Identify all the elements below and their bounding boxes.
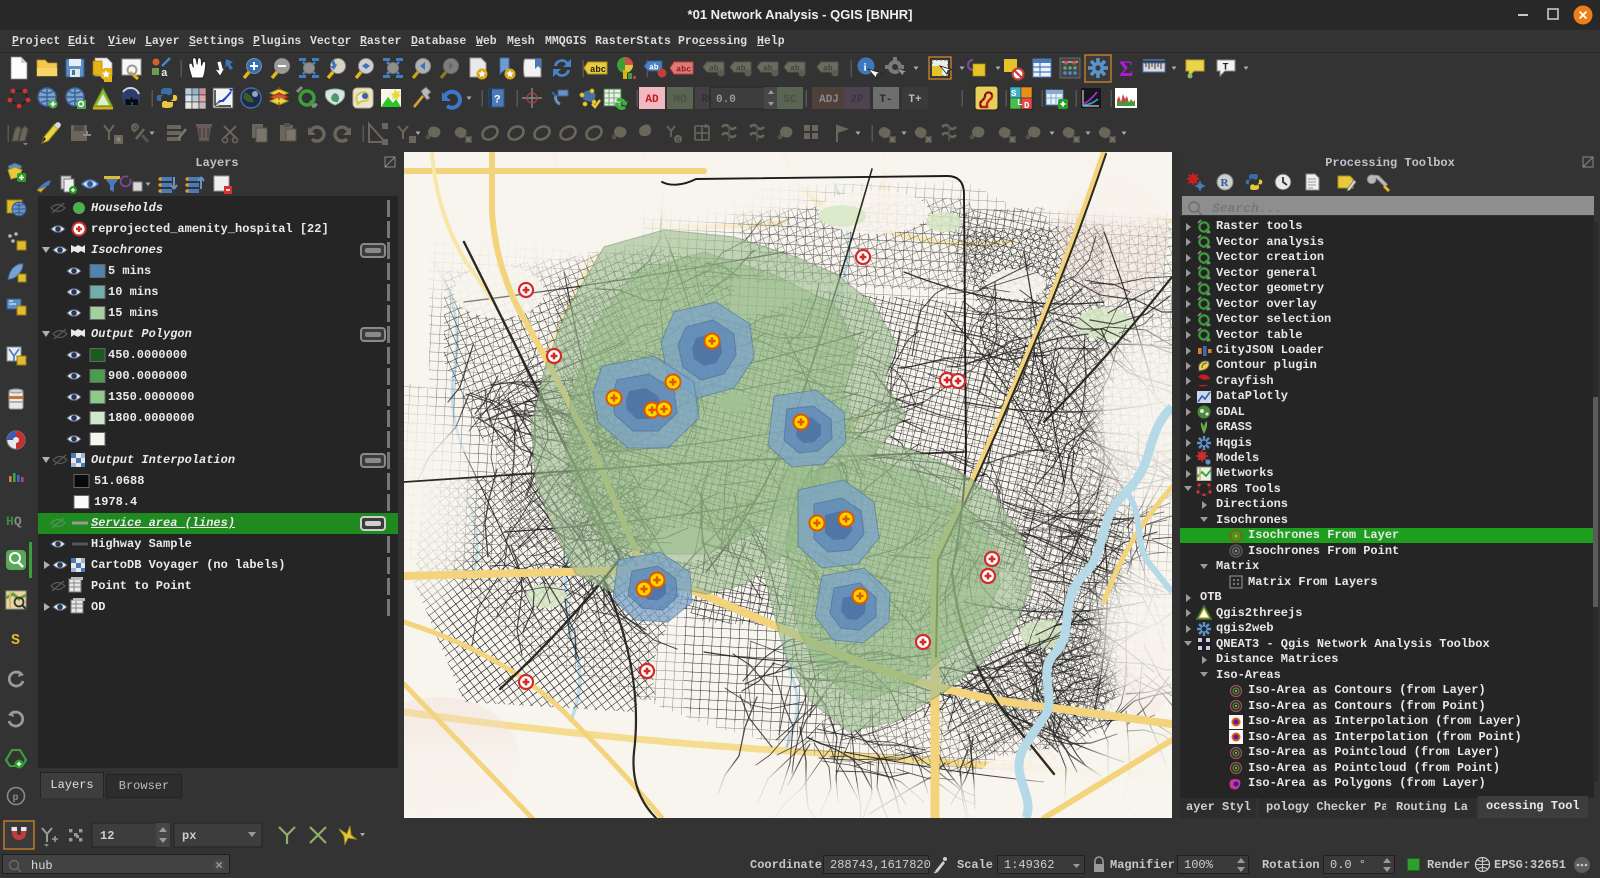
svg-text:12: 12 [100,829,114,843]
svg-text:G: G [676,137,680,145]
svg-text:ab: ab [823,65,833,74]
svg-text:T+: T+ [908,94,922,106]
svg-text:SC: SC [783,94,797,106]
svg-text:L: L [1017,98,1022,108]
svg-text:px: px [182,829,196,843]
svg-text:0.0: 0.0 [716,94,736,106]
svg-text:ab: ab [790,65,800,74]
svg-text:ab: ab [763,65,773,74]
svg-text:abc: abc [590,65,606,75]
svg-text:MO: MO [673,94,687,106]
svg-text:2P: 2P [850,94,864,106]
svg-text:Search...: Search... [1212,201,1282,215]
svg-text:ab: ab [736,65,746,74]
svg-text:HQ: HQ [6,514,22,529]
svg-text:S: S [11,632,20,649]
svg-text:i: i [864,62,867,74]
svg-text:hub: hub [31,859,53,873]
svg-text:Σ: Σ [1119,56,1133,81]
svg-text:ADJ: ADJ [819,94,839,106]
svg-text:?: ? [494,95,501,107]
svg-text:AD: AD [645,94,659,106]
svg-text:T-: T- [879,94,892,106]
svg-text:abc: abc [676,65,691,75]
svg-text:D: D [1024,101,1030,111]
svg-text:ab: ab [649,64,659,73]
svg-text:a: a [161,68,168,80]
svg-text:ab: ab [709,65,719,74]
svg-text:R: R [1221,177,1230,189]
svg-text:T: T [1223,63,1229,74]
svg-text:p: p [13,793,19,804]
